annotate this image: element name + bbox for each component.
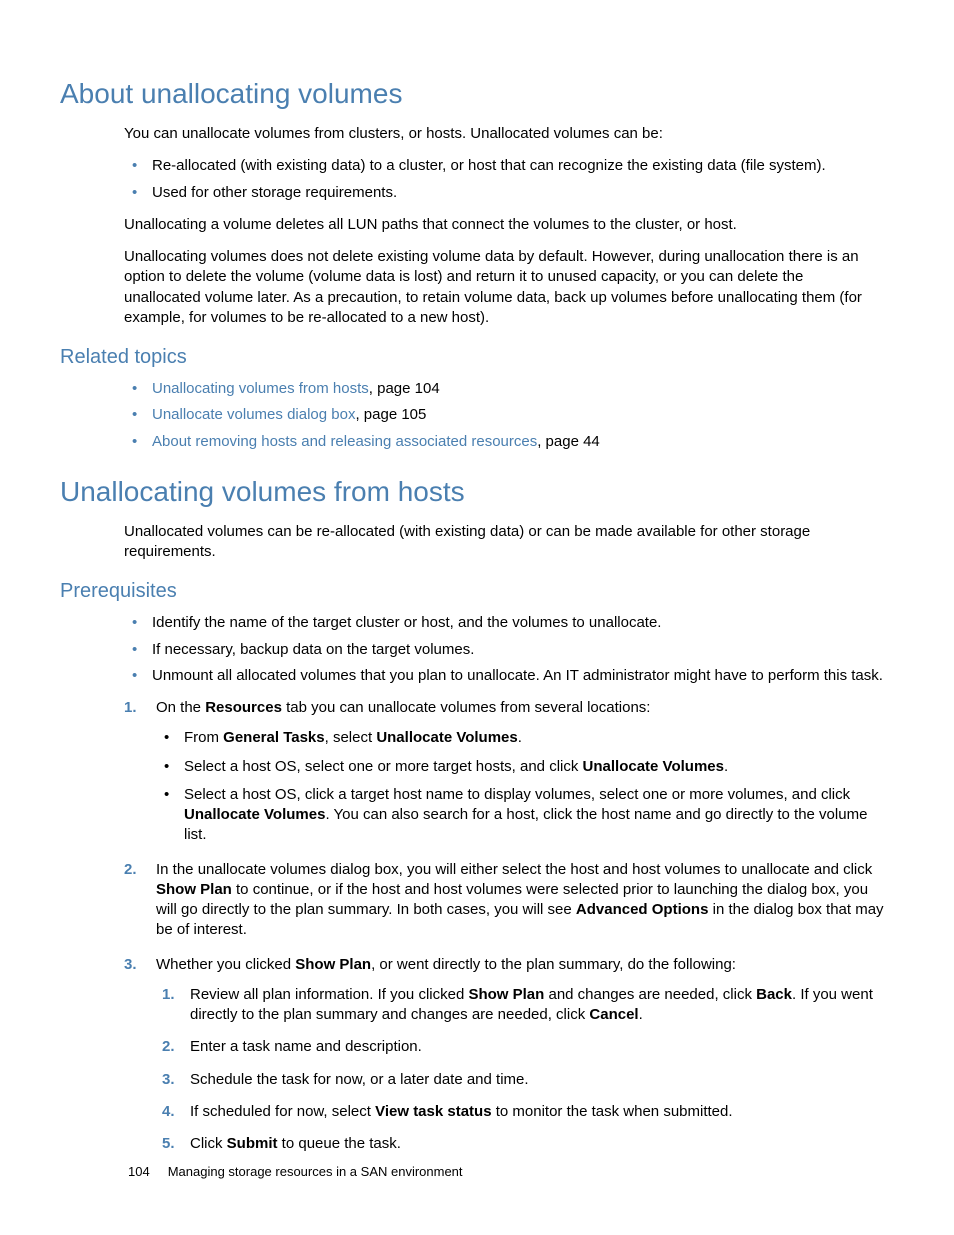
step3-pre: Whether you clicked xyxy=(156,956,295,973)
sub-b2: Back xyxy=(756,986,792,1003)
about-bullet-list: Re-allocated (with existing data) to a c… xyxy=(124,156,884,203)
heading-prerequisites: Prerequisites xyxy=(60,580,894,603)
step1-pre: On the xyxy=(156,699,205,716)
sub-post: to monitor the task when submitted. xyxy=(492,1103,733,1120)
sub-b1: General Tasks xyxy=(223,729,324,746)
related-list: Unallocating volumes from hosts, page 10… xyxy=(124,379,884,452)
about-body: You can unallocate volumes from clusters… xyxy=(124,124,884,328)
link-suffix: , page 105 xyxy=(355,406,426,423)
prereq-steps: On the Resources tab you can unallocate … xyxy=(124,698,884,1154)
footer-chapter: Managing storage resources in a SAN envi… xyxy=(168,1164,463,1179)
step-3: Whether you clicked Show Plan, or went d… xyxy=(124,955,884,1155)
about-p2: Unallocating volumes does not delete exi… xyxy=(124,247,884,328)
step1-b1: Resources xyxy=(205,699,282,716)
sub-pre: Select a host OS, select one or more tar… xyxy=(184,758,583,775)
sub-mid: , select xyxy=(325,729,377,746)
related-body: Unallocating volumes from hosts, page 10… xyxy=(124,379,884,452)
substep-4: If scheduled for now, select View task s… xyxy=(156,1102,884,1122)
prereq-bullet-list: Identify the name of the target cluster … xyxy=(124,613,884,686)
sub-post: . xyxy=(518,729,522,746)
list-item: Identify the name of the target cluster … xyxy=(124,613,884,633)
heading-about-unallocating: About unallocating volumes xyxy=(60,78,894,110)
sub-pre: Click xyxy=(190,1135,227,1152)
sub-b3: Cancel xyxy=(589,1006,638,1023)
about-p1: Unallocating a volume deletes all LUN pa… xyxy=(124,215,884,235)
step3-b1: Show Plan xyxy=(295,956,371,973)
list-item: Unallocate volumes dialog box, page 105 xyxy=(124,405,884,425)
substep-5: Click Submit to queue the task. xyxy=(156,1134,884,1154)
page-number: 104 xyxy=(128,1164,150,1179)
step1-post: tab you can unallocate volumes from seve… xyxy=(282,699,651,716)
substep-1: Review all plan information. If you clic… xyxy=(156,985,884,1026)
sub-post: to queue the task. xyxy=(278,1135,401,1152)
list-item: Used for other storage requirements. xyxy=(124,183,884,203)
link-suffix: , page 44 xyxy=(537,433,600,450)
list-item: About removing hosts and releasing assoc… xyxy=(124,432,884,452)
list-item: Unmount all allocated volumes that you p… xyxy=(124,666,884,686)
unalloc-body: Unallocated volumes can be re-allocated … xyxy=(124,522,884,563)
list-item: Re-allocated (with existing data) to a c… xyxy=(124,156,884,176)
link-unallocate-dialog[interactable]: Unallocate volumes dialog box xyxy=(152,406,355,423)
page-footer: 104 Managing storage resources in a SAN e… xyxy=(128,1164,463,1179)
step-1: On the Resources tab you can unallocate … xyxy=(124,698,884,846)
sub-post: . xyxy=(639,1006,643,1023)
sub-b2: Unallocate Volumes xyxy=(376,729,517,746)
step2-b2: Advanced Options xyxy=(576,901,709,918)
list-item: If necessary, backup data on the target … xyxy=(124,640,884,660)
sub-pre: From xyxy=(184,729,223,746)
heading-unallocating-from-hosts: Unallocating volumes from hosts xyxy=(60,476,894,508)
list-item: Unallocating volumes from hosts, page 10… xyxy=(124,379,884,399)
step1-sublist: From General Tasks, select Unallocate Vo… xyxy=(156,728,884,845)
document-page: About unallocating volumes You can unall… xyxy=(0,0,954,1235)
step3-post: , or went directly to the plan summary, … xyxy=(371,956,736,973)
step3-sublist: Review all plan information. If you clic… xyxy=(156,985,884,1155)
sub-b1: Unallocate Volumes xyxy=(184,806,325,823)
link-removing-hosts[interactable]: About removing hosts and releasing assoc… xyxy=(152,433,537,450)
list-item: From General Tasks, select Unallocate Vo… xyxy=(156,728,884,748)
step2-b1: Show Plan xyxy=(156,881,232,898)
list-item: Select a host OS, click a target host na… xyxy=(156,785,884,846)
about-intro: You can unallocate volumes from clusters… xyxy=(124,124,884,144)
step-2: In the unallocate volumes dialog box, yo… xyxy=(124,860,884,941)
sub-b1: Submit xyxy=(227,1135,278,1152)
sub-mid: and changes are needed, click xyxy=(544,986,756,1003)
sub-b1: View task status xyxy=(375,1103,491,1120)
link-unallocating-from-hosts[interactable]: Unallocating volumes from hosts xyxy=(152,380,369,397)
sub-pre: If scheduled for now, select xyxy=(190,1103,375,1120)
sub-b1: Unallocate Volumes xyxy=(583,758,724,775)
heading-related-topics: Related topics xyxy=(60,346,894,369)
sub-b1: Show Plan xyxy=(468,986,544,1003)
step2-pre: In the unallocate volumes dialog box, yo… xyxy=(156,861,872,878)
substep-2: Enter a task name and description. xyxy=(156,1037,884,1057)
sub-pre: Review all plan information. If you clic… xyxy=(190,986,468,1003)
link-suffix: , page 104 xyxy=(369,380,440,397)
prereq-body: Identify the name of the target cluster … xyxy=(124,613,884,1154)
sub-post: . xyxy=(724,758,728,775)
sub-pre: Select a host OS, click a target host na… xyxy=(184,786,850,803)
substep-3: Schedule the task for now, or a later da… xyxy=(156,1070,884,1090)
unalloc-intro: Unallocated volumes can be re-allocated … xyxy=(124,522,884,563)
list-item: Select a host OS, select one or more tar… xyxy=(156,757,884,777)
